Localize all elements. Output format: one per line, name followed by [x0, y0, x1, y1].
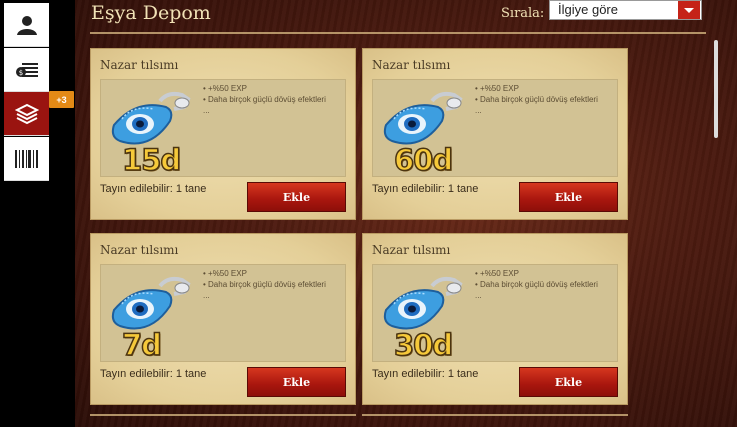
desc-line: • +%50 EXP [475, 269, 519, 278]
item-description: • +%50 EXP • Daha birçok güçlü dövüş efe… [203, 83, 343, 116]
layers-icon [14, 103, 39, 124]
assignable-count: Tayın edilebilir: 1 tane [372, 183, 479, 195]
item-card: Nazar tılsımı 7d • +%50 EXP • Daha birço… [90, 233, 356, 405]
sidebar-item-barcode[interactable] [4, 137, 49, 181]
main-panel: Eşya Depom Sırala: İlgiye göre Nazar tıl… [75, 0, 737, 427]
chevron-down-icon[interactable] [678, 1, 700, 19]
duration-label: 7d [121, 327, 162, 363]
sidebar: $ +3 [0, 0, 74, 427]
svg-text:$: $ [18, 69, 22, 77]
desc-line: • Daha birçok güçlü dövüş efektleri [203, 280, 326, 289]
item-description: • +%50 EXP • Daha birçok güçlü dövüş efe… [475, 83, 615, 116]
item-preview: 7d • +%50 EXP • Daha birçok güçlü dövüş … [100, 264, 346, 363]
assignable-count: Tayın edilebilir: 1 tane [100, 368, 207, 380]
desc-line: • Daha birçok güçlü dövüş efektleri [475, 280, 598, 289]
duration-label: 15d [121, 142, 182, 178]
desc-line: ... [475, 291, 482, 300]
money-stack-icon: $ [15, 62, 38, 77]
item-title: Nazar tılsımı [372, 243, 451, 257]
item-card: Nazar tılsımı 60d • +%50 EXP • Daha birç… [362, 48, 628, 220]
sort-select[interactable]: İlgiye göre [549, 0, 702, 20]
desc-line: • Daha birçok güçlü dövüş efektleri [203, 95, 326, 104]
item-card: Nazar tılsımı 15d • +%50 EXP • Daha birç… [90, 48, 356, 220]
item-card: Nazar tılsımı 30d • +%50 EXP • Daha birç… [362, 233, 628, 405]
desc-line: • +%50 EXP [203, 269, 247, 278]
item-description: • +%50 EXP • Daha birçok güçlü dövüş efe… [475, 268, 615, 301]
add-button[interactable]: Ekle [247, 182, 346, 212]
divider [90, 414, 356, 416]
add-button[interactable]: Ekle [247, 367, 346, 397]
page-title: Eşya Depom [91, 2, 211, 24]
desc-line: • Daha birçok güçlü dövüş efektleri [475, 95, 598, 104]
item-title: Nazar tılsımı [372, 58, 451, 72]
scrollbar[interactable] [714, 40, 718, 138]
add-button[interactable]: Ekle [519, 367, 618, 397]
desc-line: ... [475, 106, 482, 115]
item-preview: 30d • +%50 EXP • Daha birçok güçlü dövüş… [372, 264, 618, 363]
divider [362, 414, 628, 416]
assignable-count: Tayın edilebilir: 1 tane [372, 368, 479, 380]
add-button[interactable]: Ekle [519, 182, 618, 212]
sidebar-item-inventory[interactable] [4, 92, 49, 136]
item-preview: 60d • +%50 EXP • Daha birçok güçlü dövüş… [372, 79, 618, 178]
duration-label: 60d [393, 142, 454, 178]
item-title: Nazar tılsımı [100, 58, 179, 72]
user-icon [16, 15, 37, 35]
inventory-count-badge: +3 [49, 91, 74, 108]
divider [90, 32, 706, 34]
desc-line: • +%50 EXP [475, 84, 519, 93]
desc-line: ... [203, 291, 210, 300]
assignable-count: Tayın edilebilir: 1 tane [100, 183, 207, 195]
sidebar-item-profile[interactable] [4, 3, 49, 47]
item-description: • +%50 EXP • Daha birçok güçlü dövüş efe… [203, 268, 343, 301]
desc-line: • +%50 EXP [203, 84, 247, 93]
barcode-icon [14, 149, 38, 168]
item-preview: 15d • +%50 EXP • Daha birçok güçlü dövüş… [100, 79, 346, 178]
sort-select-value: İlgiye göre [558, 2, 618, 17]
sort-label: Sırala: [501, 6, 545, 21]
sidebar-item-wallet[interactable]: $ [4, 48, 49, 92]
desc-line: ... [203, 106, 210, 115]
duration-label: 30d [393, 327, 454, 363]
item-title: Nazar tılsımı [100, 243, 179, 257]
